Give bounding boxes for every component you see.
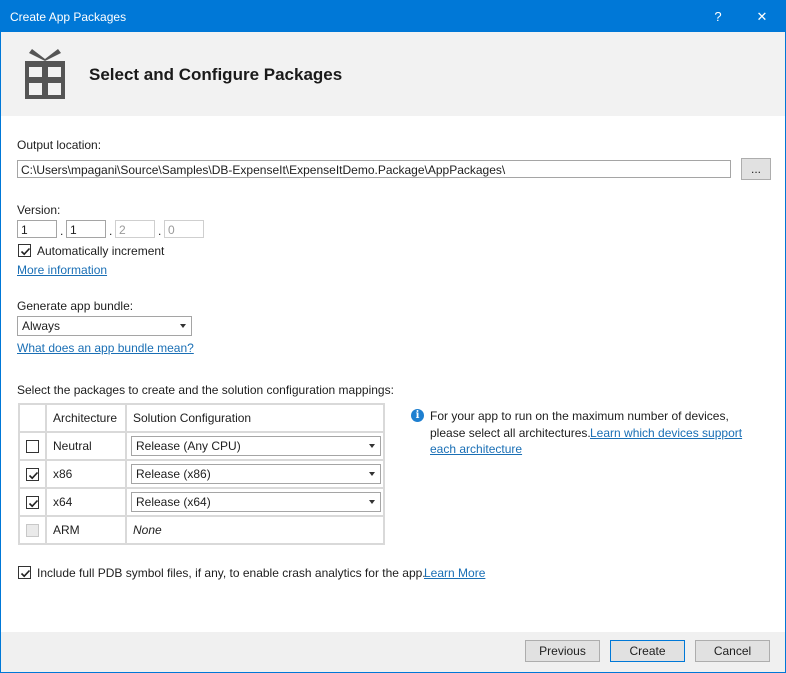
checkmark-icon [20,247,31,256]
version-separator: . [158,224,162,238]
configuration-cell: Release (x64) [125,487,385,517]
checkmark-icon [28,471,39,480]
column-header-architecture: Architecture [45,403,127,433]
package-icon [25,49,65,99]
create-button[interactable]: Create [610,640,685,662]
version-separator: . [109,224,113,238]
auto-increment-label: Automatically increment [37,244,165,258]
window-title: Create App Packages [10,10,127,24]
help-button[interactable]: ? [698,1,738,32]
architecture-cell: x64 [45,487,127,517]
output-location-label: Output location: [17,138,102,152]
auto-increment-checkbox[interactable] [18,244,31,257]
version-minor-field[interactable]: 1 [66,220,106,238]
column-header-configuration: Solution Configuration [125,403,385,433]
dialog-content: Output location: C:\Users\mpagani\Source… [1,116,785,632]
checkmark-icon [28,499,39,508]
info-line-2: please select all architectures. [430,426,591,440]
architecture-link[interactable]: each architecture [430,442,522,456]
dialog-footer: Previous Create Cancel [1,632,785,672]
row-select-cell [18,487,47,517]
configuration-cell: None [125,515,385,545]
chevron-down-icon [369,444,375,448]
x64-config-value: Release (x64) [136,495,211,509]
row-select-cell [18,431,47,461]
x86-checkbox[interactable] [26,468,39,481]
devices-support-link[interactable]: Learn which devices support [590,426,742,440]
generate-bundle-value: Always [22,319,61,333]
learn-more-link[interactable]: Learn More [424,566,485,580]
version-major-field[interactable]: 1 [17,220,57,238]
arm-checkbox [26,524,39,537]
x86-config-value: Release (x86) [136,467,211,481]
x86-config-dropdown[interactable]: Release (x86) [131,464,381,484]
table-row: x86 Release (x86) [18,459,385,489]
packages-label: Select the packages to create and the so… [17,383,394,397]
version-revision-field: 0 [164,220,204,238]
pdb-checkbox[interactable] [18,566,31,579]
packages-table: Architecture Solution Configuration Neut… [18,403,385,545]
pdb-label: Include full PDB symbol files, if any, t… [37,566,426,580]
neutral-checkbox[interactable] [26,440,39,453]
more-information-link[interactable]: More information [17,263,107,277]
row-select-cell [18,515,47,545]
neutral-config-value: Release (Any CPU) [136,439,241,453]
architecture-cell: ARM [45,515,127,545]
dialog-header: Select and Configure Packages [1,32,785,116]
configuration-cell: Release (x86) [125,459,385,489]
version-build-field: 2 [115,220,155,238]
chevron-down-icon [369,500,375,504]
row-select-cell [18,459,47,489]
generate-bundle-dropdown[interactable]: Always [17,316,192,336]
close-button[interactable]: ✕ [742,1,782,32]
architecture-cell: x86 [45,459,127,489]
previous-button[interactable]: Previous [525,640,600,662]
table-row: x64 Release (x64) [18,487,385,517]
browse-button[interactable]: ... [741,158,771,180]
checkmark-icon [20,569,31,578]
table-row: Neutral Release (Any CPU) [18,431,385,461]
title-bar[interactable]: Create App Packages ? ✕ [1,1,785,32]
column-header-select [18,403,47,433]
info-line-1: For your app to run on the maximum numbe… [430,409,729,423]
bundle-help-link[interactable]: What does an app bundle mean? [17,341,194,355]
version-separator: . [60,224,64,238]
chevron-down-icon [369,472,375,476]
configuration-cell: Release (Any CPU) [125,431,385,461]
x64-checkbox[interactable] [26,496,39,509]
cancel-button[interactable]: Cancel [695,640,770,662]
x64-config-dropdown[interactable]: Release (x64) [131,492,381,512]
output-location-field[interactable]: C:\Users\mpagani\Source\Samples\DB-Expen… [17,160,731,178]
version-label: Version: [17,203,61,217]
info-icon: i [411,409,424,422]
page-title: Select and Configure Packages [89,65,343,84]
table-row: ARM None [18,515,385,545]
create-app-packages-dialog: Create App Packages ? ✕ Select and Confi… [0,0,786,673]
architecture-cell: Neutral [45,431,127,461]
generate-bundle-label: Generate app bundle: [17,299,134,313]
table-header-row: Architecture Solution Configuration [18,403,385,433]
arm-config-value: None [133,523,162,537]
neutral-config-dropdown[interactable]: Release (Any CPU) [131,436,381,456]
chevron-down-icon [180,324,186,328]
